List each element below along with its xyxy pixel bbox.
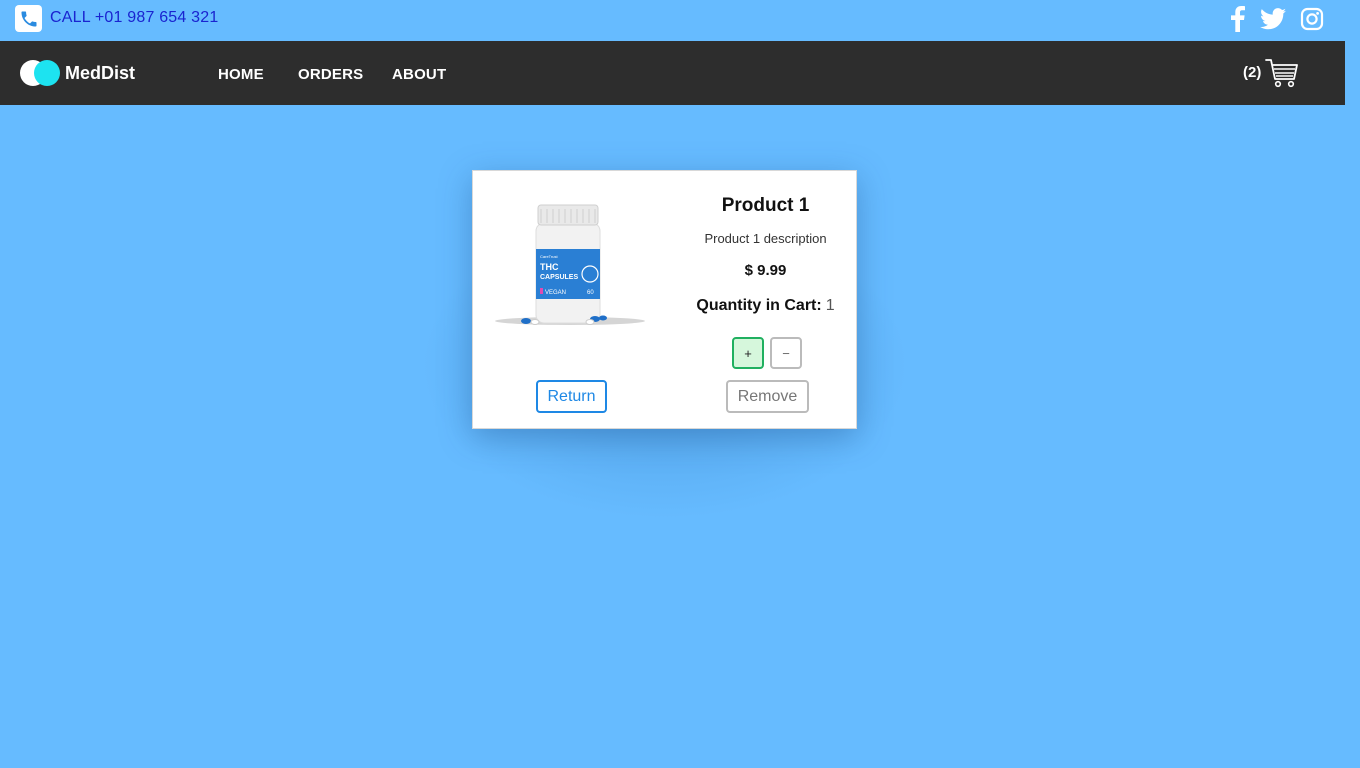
svg-text:VEGAN: VEGAN xyxy=(545,290,566,296)
remove-button[interactable]: Remove xyxy=(726,380,809,413)
return-button[interactable]: Return xyxy=(536,380,607,413)
product-image: CareTrust THC CAPSULES VEGAN 60 xyxy=(491,201,649,331)
instagram-icon[interactable] xyxy=(1299,6,1325,32)
phone-icon xyxy=(15,5,42,32)
product-price: $ 9.99 xyxy=(744,262,787,279)
nav-home[interactable]: HOME xyxy=(218,66,264,83)
nav-orders[interactable]: ORDERS xyxy=(298,66,363,83)
product-card: CareTrust THC CAPSULES VEGAN 60 Product … xyxy=(472,170,857,429)
main-navbar: MedDist HOME ORDERS ABOUT (2) xyxy=(0,41,1345,105)
top-contact-bar: CALL +01 987 654 321 xyxy=(0,0,1360,41)
quantity-value: 1 xyxy=(825,297,835,314)
cart-count-badge[interactable]: (2) xyxy=(1243,64,1261,81)
increase-quantity-button[interactable]: + xyxy=(732,337,764,369)
product-description: Product 1 description xyxy=(704,231,827,246)
facebook-icon[interactable] xyxy=(1225,6,1251,32)
nav-about[interactable]: ABOUT xyxy=(392,66,446,83)
product-title: Product 1 xyxy=(721,195,810,216)
call-phone-link[interactable]: CALL +01 987 654 321 xyxy=(50,9,218,27)
svg-text:CareTrust: CareTrust xyxy=(540,254,559,259)
twitter-icon[interactable] xyxy=(1260,6,1286,32)
logo-icon[interactable] xyxy=(20,60,62,88)
decrease-quantity-button[interactable]: − xyxy=(770,337,802,369)
svg-text:CAPSULES: CAPSULES xyxy=(540,274,578,281)
brand-name[interactable]: MedDist xyxy=(65,63,135,84)
svg-text:THC: THC xyxy=(540,262,559,272)
quantity-label: Quantity in Cart: xyxy=(696,297,822,314)
cart-icon[interactable] xyxy=(1265,57,1299,89)
quantity-in-cart: Quantity in Cart: 1 xyxy=(673,297,858,315)
svg-text:60: 60 xyxy=(587,290,594,296)
